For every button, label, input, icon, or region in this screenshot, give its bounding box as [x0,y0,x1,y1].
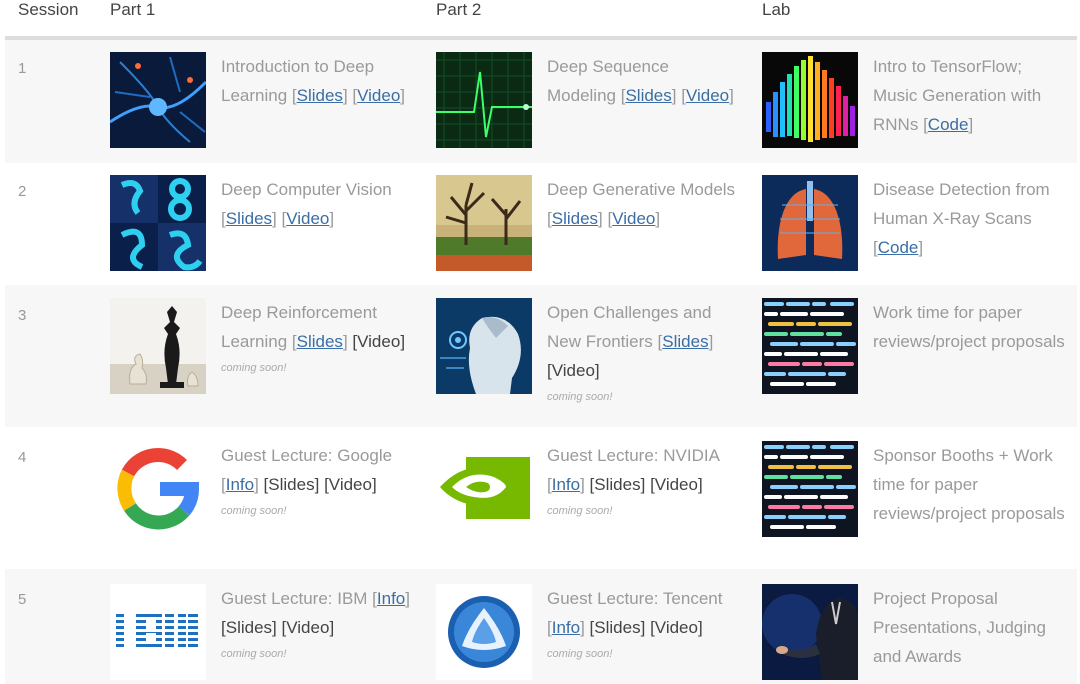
part2-cell: Deep Sequence Modeling [Slides] [Video] [547,57,734,105]
tencent-logo [436,584,532,680]
painted-landscape-image [436,175,532,271]
robot-head-image [436,298,532,394]
part1-cell: Guest Lecture: IBM [Info] [Slides] [Vide… [221,584,416,664]
coming-soon-note: coming soon! [547,648,613,660]
coming-soon-note: coming soon! [221,505,287,517]
coming-soon-note: coming soon! [547,391,613,403]
slides-link[interactable]: Slides [662,332,708,351]
lecture-title: Guest Lecture: Google [221,446,393,465]
header-part1: Part 1 [110,0,156,19]
part2-cell: Open Challenges and New Frontiers [Slide… [547,298,742,407]
video-label: Video [286,618,330,637]
code-screen-image [762,441,858,537]
video-link[interactable]: Video [286,209,329,228]
part1-cell: Deep Computer Vision [Slides] [Video] [221,180,392,228]
slides-link[interactable]: Slides [552,209,598,228]
schedule-header: Session Part 1 Part 2 Lab [0,0,1080,36]
info-link[interactable]: Info [552,618,580,637]
slides-label: Slides [594,475,641,494]
lab-cell: Disease Detection from Human X-Ray Scans… [873,180,1050,257]
video-label: Video [654,475,698,494]
chess-pieces-image [110,298,206,394]
part2-cell: Guest Lecture: Tencent [Info] [Slides] [… [547,584,742,664]
part1-cell: Deep Reinforcement Learning [Slides] [Vi… [221,298,416,378]
ibm-logo [110,584,206,680]
header-part2: Part 2 [436,0,482,19]
lab-cell: Intro to TensorFlow; Music Generation wi… [873,57,1042,134]
lab-title: Work time for paper reviews/project prop… [873,303,1065,351]
coming-soon-note: coming soon! [221,362,287,374]
lecture-title: Guest Lecture: NVIDIA [547,446,719,465]
lab-title: Project Proposal Presentations, Judging … [873,589,1046,666]
header-session: Session [18,0,79,19]
coming-soon-note: coming soon! [221,648,287,660]
lecture-title: Deep Computer Vision [221,180,392,199]
lab-cell: Sponsor Booths + Work time for paper rev… [873,441,1068,528]
session-number: 3 [18,307,27,324]
handwritten-digits-image [110,175,206,271]
lecture-title: Deep Generative Models [547,180,736,199]
slides-link[interactable]: Slides [625,86,671,105]
code-link[interactable]: Code [928,115,969,134]
video-label: Video [357,332,401,351]
video-link[interactable]: Video [357,86,400,105]
video-label: Video [551,361,595,380]
google-logo [110,441,206,537]
nvidia-logo [436,441,532,537]
video-link[interactable]: Video [686,86,729,105]
video-label: Video [328,475,372,494]
slides-link[interactable]: Slides [226,209,272,228]
slides-label: Slides [268,475,315,494]
part1-cell: Guest Lecture: Google [Info] [Slides] [V… [221,441,416,521]
slides-label: Slides [594,618,641,637]
heartbeat-image [436,52,532,148]
slides-link[interactable]: Slides [297,332,343,351]
lab-title: Disease Detection from Human X-Ray Scans [873,180,1050,228]
lecture-title: Guest Lecture: IBM [221,589,368,608]
header-lab: Lab [762,0,791,19]
audio-spectrum-image [762,52,858,148]
lab-cell: Project Proposal Presentations, Judging … [873,584,1068,671]
session-number: 4 [18,449,27,466]
session-number: 1 [18,60,27,77]
slides-link[interactable]: Slides [297,86,343,105]
session-number: 2 [18,183,27,200]
video-label: Video [654,618,698,637]
info-link[interactable]: Info [377,589,405,608]
presenter-image [762,584,858,680]
code-screen-image [762,298,858,394]
info-link[interactable]: Info [226,475,254,494]
part1-cell: Introduction to Deep Learning [Slides] [… [221,57,406,105]
lab-cell: Work time for paper reviews/project prop… [873,298,1068,356]
info-link[interactable]: Info [552,475,580,494]
video-link[interactable]: Video [612,209,655,228]
session-number: 5 [18,591,27,608]
part2-cell: Deep Generative Models [Slides] [Video] [547,180,736,228]
lung-xray-image [762,175,858,271]
coming-soon-note: coming soon! [547,505,613,517]
lab-title: Sponsor Booths + Work time for paper rev… [873,446,1065,523]
neuron-image [110,52,206,148]
lecture-title: Guest Lecture: Tencent [547,589,723,608]
slides-label: Slides [225,618,273,637]
code-link[interactable]: Code [878,238,919,257]
part2-cell: Guest Lecture: NVIDIA [Info] [Slides] [V… [547,441,742,521]
